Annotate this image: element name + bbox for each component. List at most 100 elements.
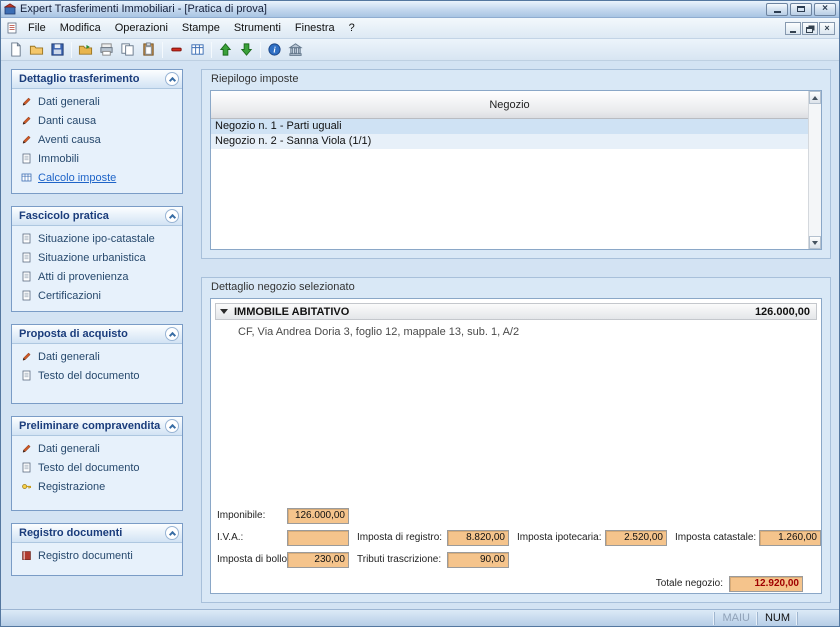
title-bar: Expert Trasferimenti Immobiliari - [Prat… bbox=[1, 1, 839, 18]
sidebar-item-preliminare-testo-documento[interactable]: Testo del documento bbox=[12, 458, 182, 477]
mdi-close-button[interactable]: × bbox=[819, 22, 835, 35]
status-bar: MAIU NUM bbox=[1, 609, 839, 626]
imposta-ipotecaria-field[interactable]: 2.520,00 bbox=[605, 530, 667, 546]
maximize-icon bbox=[797, 6, 805, 12]
menu-stampe[interactable]: Stampe bbox=[175, 19, 227, 37]
totale-negozio-label: Totale negozio: bbox=[571, 576, 723, 592]
close-button[interactable]: × bbox=[814, 3, 836, 16]
paste-icon[interactable] bbox=[138, 40, 159, 60]
new-document-icon[interactable] bbox=[5, 40, 26, 60]
window-title: Expert Trasferimenti Immobiliari - [Prat… bbox=[20, 3, 766, 15]
detail-area: IMMOBILE ABITATIVO 126.000,00 CF, Via An… bbox=[210, 298, 822, 594]
panel-title: Registro documenti bbox=[19, 527, 165, 539]
imposta-registro-field[interactable]: 8.820,00 bbox=[447, 530, 509, 546]
menu-strumenti[interactable]: Strumenti bbox=[227, 19, 288, 37]
sidebar-item-registrazione[interactable]: Registrazione bbox=[12, 477, 182, 496]
mdi-close-icon: × bbox=[824, 24, 829, 33]
negozio-table: Negozio Negozio n. 1 - Parti uguali Nego… bbox=[210, 90, 822, 250]
tax-fields: Imponibile: 126.000,00 I.V.A.: Imposta d… bbox=[211, 299, 821, 593]
menu-modifica[interactable]: Modifica bbox=[53, 19, 108, 37]
panel-collapse-button[interactable] bbox=[165, 327, 179, 341]
save-icon[interactable] bbox=[47, 40, 68, 60]
move-down-icon[interactable] bbox=[236, 40, 257, 60]
close-icon: × bbox=[822, 4, 828, 14]
negozio-column-header[interactable]: Negozio bbox=[211, 91, 808, 119]
mdi-minimize-button[interactable] bbox=[785, 22, 801, 35]
pen-icon bbox=[21, 443, 32, 454]
sidebar-item-immobili[interactable]: Immobili bbox=[12, 149, 182, 168]
toolbar-separator bbox=[260, 42, 261, 58]
sidebar-panel-proposta-di-acquisto: Proposta di acquisto Dati generali Testo… bbox=[11, 324, 183, 404]
panel-header-fascicolo-pratica[interactable]: Fascicolo pratica bbox=[12, 207, 182, 226]
menu-finestra[interactable]: Finestra bbox=[288, 19, 342, 37]
mdi-restore-button[interactable] bbox=[802, 22, 818, 35]
sidebar-panel-registro-documenti: Registro documenti Registro documenti bbox=[11, 523, 183, 576]
sidebar-item-aventi-causa[interactable]: Aventi causa bbox=[12, 130, 182, 149]
imposta-registro-label: Imposta di registro: bbox=[357, 530, 442, 546]
totale-negozio-field[interactable]: 12.920,00 bbox=[729, 576, 803, 592]
sidebar-item-danti-causa[interactable]: Danti causa bbox=[12, 111, 182, 130]
panel-title: Proposta di acquisto bbox=[19, 328, 165, 340]
folder-icon[interactable] bbox=[75, 40, 96, 60]
app-icon[interactable] bbox=[4, 3, 16, 15]
imposta-catastale-field[interactable]: 1.260,00 bbox=[759, 530, 821, 546]
iva-field[interactable] bbox=[287, 530, 349, 546]
table-icon[interactable] bbox=[187, 40, 208, 60]
menu-operazioni[interactable]: Operazioni bbox=[108, 19, 175, 37]
imposta-bollo-field[interactable]: 230,00 bbox=[287, 552, 349, 568]
summary-group-title: Riepilogo imposte bbox=[211, 73, 298, 85]
status-empty-pane bbox=[797, 612, 839, 625]
sidebar-item-situazione-ipo-catastale[interactable]: Situazione ipo-catastale bbox=[12, 229, 182, 248]
table-row[interactable]: Negozio n. 2 - Sanna Viola (1/1) bbox=[211, 134, 808, 149]
document-icon bbox=[21, 462, 32, 473]
panel-collapse-button[interactable] bbox=[165, 526, 179, 540]
scroll-down-button[interactable] bbox=[809, 236, 821, 249]
open-icon[interactable] bbox=[26, 40, 47, 60]
sidebar-item-preliminare-dati-generali[interactable]: Dati generali bbox=[12, 439, 182, 458]
print-icon[interactable] bbox=[96, 40, 117, 60]
maximize-button[interactable] bbox=[790, 3, 812, 16]
panel-collapse-button[interactable] bbox=[165, 209, 179, 223]
delete-icon[interactable] bbox=[166, 40, 187, 60]
sidebar-item-calcolo-imposte[interactable]: Calcolo imposte bbox=[12, 168, 182, 187]
sidebar-item-proposta-dati-generali[interactable]: Dati generali bbox=[12, 347, 182, 366]
move-up-icon[interactable] bbox=[215, 40, 236, 60]
panel-title: Dettaglio trasferimento bbox=[19, 73, 165, 85]
sidebar-item-registro-documenti[interactable]: Registro documenti bbox=[12, 546, 182, 565]
sidebar-item-atti-di-provenienza[interactable]: Atti di provenienza bbox=[12, 267, 182, 286]
chevron-up-icon bbox=[168, 424, 175, 431]
sidebar-item-proposta-testo-documento[interactable]: Testo del documento bbox=[12, 366, 182, 385]
sidebar-item-dati-generali[interactable]: Dati generali bbox=[12, 92, 182, 111]
scroll-up-button[interactable] bbox=[809, 91, 821, 104]
minimize-button[interactable] bbox=[766, 3, 788, 16]
table-row[interactable]: Negozio n. 1 - Parti uguali bbox=[211, 119, 808, 134]
sidebar-item-certificazioni[interactable]: Certificazioni bbox=[12, 286, 182, 305]
menu-help[interactable]: ? bbox=[342, 19, 362, 37]
menu-file[interactable]: File bbox=[21, 19, 53, 37]
document-icon bbox=[21, 290, 32, 301]
arrow-up-icon bbox=[812, 96, 818, 100]
panel-header-proposta-di-acquisto[interactable]: Proposta di acquisto bbox=[12, 325, 182, 344]
bank-icon[interactable] bbox=[285, 40, 306, 60]
copy-icon[interactable] bbox=[117, 40, 138, 60]
panel-title: Fascicolo pratica bbox=[19, 210, 165, 222]
mdi-child-icon[interactable] bbox=[6, 22, 18, 34]
pen-icon bbox=[21, 134, 32, 145]
menu-bar: File Modifica Operazioni Stampe Strument… bbox=[1, 18, 839, 39]
pen-icon bbox=[21, 351, 32, 362]
sidebar-panel-preliminare-compravendita: Preliminare compravendita Dati generali … bbox=[11, 416, 183, 511]
panel-header-dettaglio-trasferimento[interactable]: Dettaglio trasferimento bbox=[12, 70, 182, 89]
sidebar-item-situazione-urbanistica[interactable]: Situazione urbanistica bbox=[12, 248, 182, 267]
mdi-restore-icon bbox=[806, 27, 813, 33]
info-icon[interactable]: i bbox=[264, 40, 285, 60]
imponibile-field[interactable]: 126.000,00 bbox=[287, 508, 349, 524]
sidebar: Dettaglio trasferimento Dati generali Da… bbox=[11, 69, 183, 588]
table-icon bbox=[21, 172, 32, 183]
panel-header-preliminare-compravendita[interactable]: Preliminare compravendita bbox=[12, 417, 182, 436]
tributi-trascrizione-field[interactable]: 90,00 bbox=[447, 552, 509, 568]
table-scrollbar[interactable] bbox=[808, 91, 821, 249]
imposta-catastale-label: Imposta catastale: bbox=[675, 530, 756, 546]
panel-collapse-button[interactable] bbox=[165, 419, 179, 433]
panel-header-registro-documenti[interactable]: Registro documenti bbox=[12, 524, 182, 543]
panel-collapse-button[interactable] bbox=[165, 72, 179, 86]
